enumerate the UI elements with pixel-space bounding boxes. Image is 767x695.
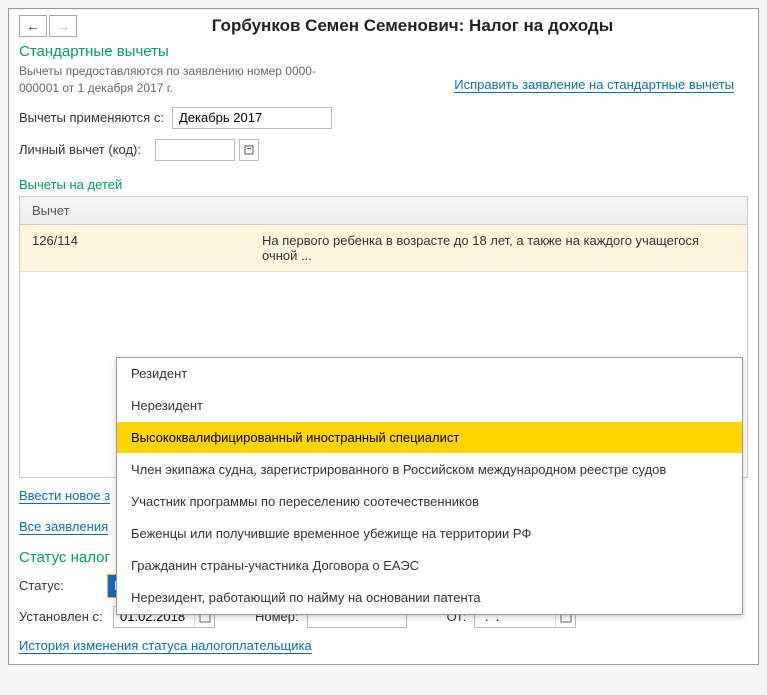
- dropdown-item[interactable]: Нерезидент, работающий по найму на основ…: [117, 582, 742, 614]
- window: ← → Горбунков Семен Семенович: Налог на …: [8, 8, 759, 665]
- applied-from-label: Вычеты применяются с:: [19, 110, 164, 125]
- dropdown-item[interactable]: Член экипажа судна, зарегистрированного …: [117, 454, 742, 486]
- children-title: Вычеты на детей: [19, 177, 748, 192]
- child-desc: На первого ребенка в возрасте до 18 лет,…: [262, 233, 735, 263]
- personal-input[interactable]: [155, 139, 235, 161]
- all-applications-link[interactable]: Все заявления: [19, 519, 108, 535]
- personal-lookup-button[interactable]: [239, 139, 259, 161]
- dropdown-item[interactable]: Высококвалифицированный иностранный спец…: [117, 422, 742, 454]
- set-from-label: Установлен с:: [19, 609, 105, 624]
- title-row: ← → Горбунков Семен Семенович: Налог на …: [19, 15, 748, 37]
- back-button[interactable]: ←: [19, 15, 47, 37]
- dropdown-item[interactable]: Участник программы по переселению соотеч…: [117, 486, 742, 518]
- deductions-title: Стандартные вычеты: [19, 43, 748, 60]
- page-title: Горбунков Семен Семенович: Налог на дохо…: [77, 16, 748, 36]
- dropdown-item[interactable]: Беженцы или получившие временное убежище…: [117, 518, 742, 550]
- personal-label: Личный вычет (код):: [19, 142, 147, 157]
- dropdown-item[interactable]: Нерезидент: [117, 390, 742, 422]
- forward-button[interactable]: →: [49, 15, 77, 37]
- applied-from-row: Вычеты применяются с:: [19, 107, 748, 129]
- deductions-hint: Вычеты предоставляются по заявлению номе…: [19, 63, 339, 97]
- new-application-link[interactable]: Ввести новое з: [19, 488, 110, 504]
- applied-from-input[interactable]: [172, 107, 332, 129]
- edit-application-link[interactable]: Исправить заявление на стандартные вычет…: [454, 77, 734, 93]
- dropdown-item[interactable]: Резидент: [117, 358, 742, 390]
- dropdown-item[interactable]: Гражданин страны-участника Договора о ЕА…: [117, 550, 742, 582]
- child-code: 126/114: [32, 233, 262, 263]
- table-header: Вычет: [20, 197, 747, 225]
- status-dropdown: Резидент Нерезидент Высококвалифицирован…: [116, 357, 743, 615]
- history-link[interactable]: История изменения статуса налогоплательщ…: [19, 638, 312, 654]
- personal-row: Личный вычет (код):: [19, 139, 748, 161]
- table-row[interactable]: 126/114 На первого ребенка в возрасте до…: [20, 225, 747, 272]
- status-label: Статус:: [19, 578, 99, 593]
